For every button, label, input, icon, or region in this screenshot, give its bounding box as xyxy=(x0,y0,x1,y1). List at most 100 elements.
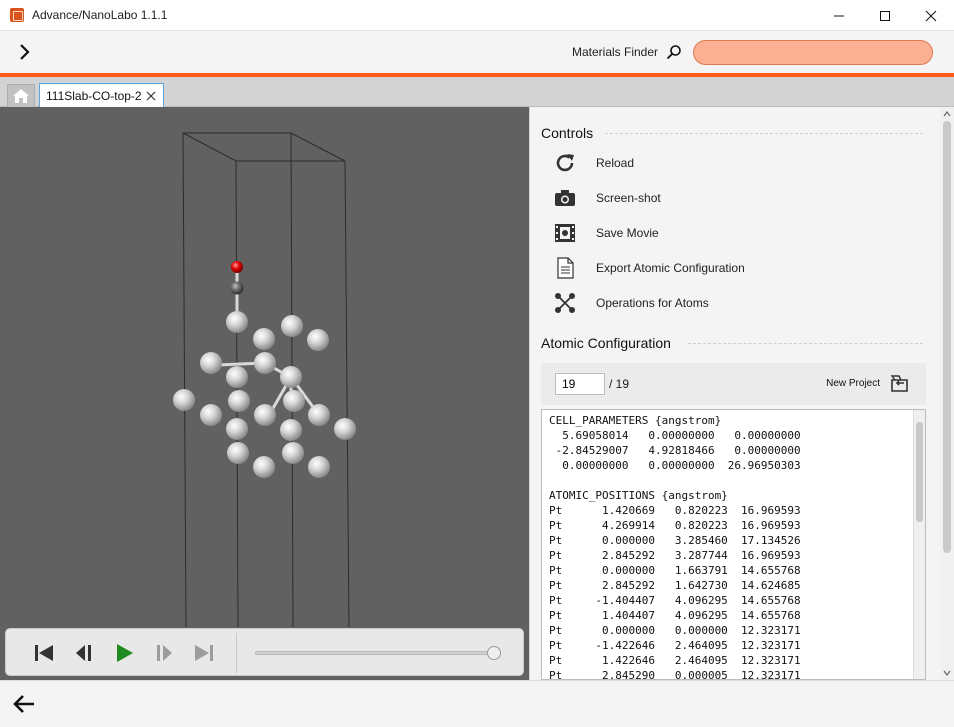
next-frame-button[interactable] xyxy=(150,639,178,667)
skip-last-icon xyxy=(195,645,213,661)
scroll-down-icon[interactable] xyxy=(943,669,951,677)
config-line: Pt 2.845292 1.642730 14.624685 xyxy=(549,579,801,592)
reload-label: Reload xyxy=(596,156,635,170)
platinum-atom xyxy=(227,442,249,464)
atomic-config-text-area[interactable]: CELL_PARAMETERS {angstrom} 5.69058014 0.… xyxy=(541,409,926,680)
new-project-icon[interactable] xyxy=(889,373,911,393)
platinum-atom xyxy=(226,418,248,440)
minimize-button[interactable] xyxy=(816,0,862,31)
app-logo-icon xyxy=(10,8,24,22)
platinum-atom xyxy=(280,366,302,388)
frame-slider[interactable] xyxy=(255,646,501,660)
platinum-atom xyxy=(334,418,356,440)
atomic-config-title: Atomic Configuration xyxy=(541,335,671,351)
reload-icon xyxy=(552,150,578,176)
structure-canvas[interactable] xyxy=(0,107,529,680)
platinum-atom xyxy=(308,456,330,478)
close-window-button[interactable] xyxy=(908,0,954,31)
platinum-atom xyxy=(283,390,305,412)
step-back-icon xyxy=(76,645,91,661)
close-tab-icon[interactable] xyxy=(146,91,156,101)
platinum-atom xyxy=(200,352,222,374)
frame-number-input[interactable] xyxy=(555,373,605,395)
atomic-config-rule xyxy=(688,343,923,344)
animation-player xyxy=(5,628,524,676)
config-line: Pt 0.000000 0.000000 12.323171 xyxy=(549,624,801,637)
title-bar: Advance/NanoLabo 1.1.1 xyxy=(0,0,954,31)
minimize-icon xyxy=(834,15,844,16)
previous-frame-button[interactable] xyxy=(70,639,98,667)
first-frame-button[interactable] xyxy=(30,639,58,667)
back-arrow-icon[interactable] xyxy=(12,693,36,715)
platinum-atom xyxy=(254,352,276,374)
platinum-atom xyxy=(308,404,330,426)
structure-viewer[interactable] xyxy=(0,107,529,680)
config-line: 5.69058014 0.00000000 0.00000000 xyxy=(549,429,801,442)
config-line: Pt 1.404407 4.096295 14.655768 xyxy=(549,609,801,622)
bottom-bar xyxy=(0,680,954,727)
maximize-button[interactable] xyxy=(862,0,908,31)
panel-scrollbar-thumb[interactable] xyxy=(943,121,951,553)
screenshot-label: Screen-shot xyxy=(596,191,661,205)
platinum-atom xyxy=(253,328,275,350)
frame-slider-thumb[interactable] xyxy=(487,646,501,660)
export-config-label: Export Atomic Configuration xyxy=(596,261,745,275)
search-icon[interactable] xyxy=(666,44,682,60)
config-line: Pt 1.422646 2.464095 12.323171 xyxy=(549,654,801,667)
platinum-atom xyxy=(280,419,302,441)
config-line: Pt -1.404407 4.096295 14.655768 xyxy=(549,594,801,607)
frame-total: / 19 xyxy=(609,377,630,391)
tab-label: 111Slab-CO-top-2 xyxy=(46,89,142,103)
config-line: -2.84529007 4.92818466 0.00000000 xyxy=(549,444,801,457)
config-line: Pt 2.845292 3.287744 16.969593 xyxy=(549,549,801,562)
screenshot-button[interactable]: Screen-shot xyxy=(552,185,852,211)
platinum-atom xyxy=(282,442,304,464)
maximize-icon xyxy=(880,10,890,21)
config-line: Pt 1.420669 0.820223 16.969593 xyxy=(549,504,801,517)
platinum-atom xyxy=(307,329,329,351)
atomic-config-text: CELL_PARAMETERS {angstrom} 5.69058014 0.… xyxy=(549,413,801,679)
config-scrollbar-thumb[interactable] xyxy=(916,422,923,522)
chevron-right-icon[interactable] xyxy=(14,42,34,62)
skip-first-icon xyxy=(35,645,53,661)
config-line: Pt 0.000000 3.285460 17.134526 xyxy=(549,534,801,547)
platinum-atom xyxy=(281,315,303,337)
window-title: Advance/NanoLabo 1.1.1 xyxy=(32,8,168,22)
atom-operations-label: Operations for Atoms xyxy=(596,296,709,310)
config-line: Pt 4.269914 0.820223 16.969593 xyxy=(549,519,801,532)
document-icon xyxy=(552,255,578,281)
platinum-atom xyxy=(173,389,195,411)
scroll-up-icon[interactable] xyxy=(943,110,951,118)
atom-operations-button[interactable]: Operations for Atoms xyxy=(552,290,852,316)
config-line xyxy=(549,473,801,488)
reload-button[interactable]: Reload xyxy=(552,150,852,176)
side-panel: Controls Reload Screen-shot Save Movie E… xyxy=(529,107,954,680)
save-movie-button[interactable]: Save Movie xyxy=(552,220,852,246)
tab-bar: 111Slab-CO-top-2 xyxy=(0,77,954,108)
materials-search-input[interactable] xyxy=(693,40,933,65)
home-icon xyxy=(13,89,29,103)
top-toolbar: Materials Finder xyxy=(0,31,954,73)
export-config-button[interactable]: Export Atomic Configuration xyxy=(552,255,852,281)
new-project-link[interactable]: New Project xyxy=(826,378,880,389)
platinum-atom xyxy=(228,390,250,412)
platinum-atom xyxy=(226,311,248,333)
tab-home[interactable] xyxy=(7,84,35,107)
platinum-atom xyxy=(200,404,222,426)
step-forward-icon xyxy=(157,645,172,661)
close-icon xyxy=(925,10,937,21)
config-line: CELL_PARAMETERS {angstrom} xyxy=(549,414,722,427)
config-line: 0.00000000 0.00000000 26.96950303 xyxy=(549,459,801,472)
config-scrollbar[interactable] xyxy=(913,410,925,679)
save-movie-label: Save Movie xyxy=(596,226,659,240)
platinum-atom xyxy=(253,456,275,478)
play-button[interactable] xyxy=(110,639,138,667)
config-line: Pt 0.000000 1.663791 14.655768 xyxy=(549,564,801,577)
last-frame-button[interactable] xyxy=(190,639,218,667)
panel-scrollbar[interactable] xyxy=(940,107,954,680)
camera-icon xyxy=(552,185,578,211)
oxygen-atom xyxy=(231,261,243,273)
tab-document[interactable]: 111Slab-CO-top-2 xyxy=(39,83,164,108)
atoms-icon xyxy=(552,290,578,316)
materials-finder-label: Materials Finder xyxy=(572,45,659,59)
